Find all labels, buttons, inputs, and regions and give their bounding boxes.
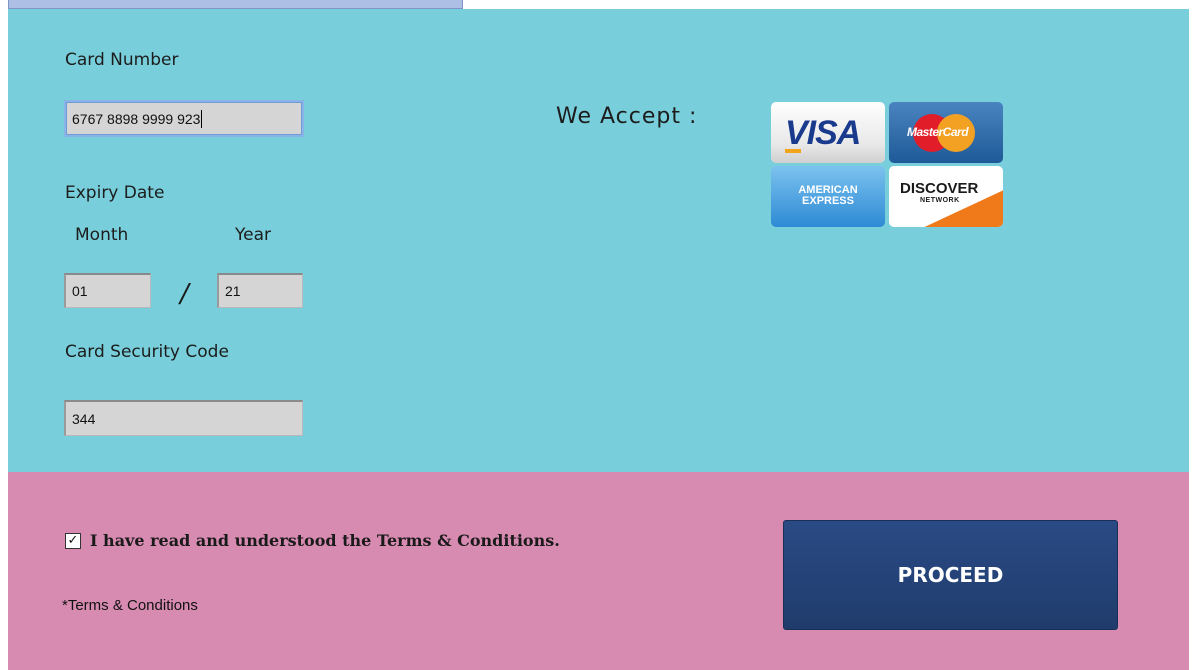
- mastercard-logo-text: MasterCard: [907, 125, 969, 139]
- american-express-logo: AMERICAN EXPRESS: [771, 166, 885, 227]
- visa-accent-stripe: [785, 149, 801, 153]
- card-number-label: Card Number: [65, 50, 179, 70]
- visa-logo-text: VISA: [785, 114, 861, 152]
- amex-logo-text-line1: AMERICAN: [798, 184, 858, 196]
- month-label: Month: [75, 225, 129, 245]
- discover-logo: DISCOVER NETWORK: [889, 166, 1003, 227]
- security-code-input[interactable]: 344: [64, 400, 303, 436]
- we-accept-heading: We Accept :: [556, 104, 698, 129]
- amex-logo-text-line2: EXPRESS: [802, 195, 854, 207]
- expiry-year-value: 21: [225, 283, 241, 299]
- expiry-year-input[interactable]: 21: [217, 273, 303, 308]
- discover-logo-subtext: NETWORK: [920, 197, 960, 204]
- card-number-value: 6767 8898 9999 923: [72, 110, 201, 127]
- terms-agreement: ✓ I have read and understood the Terms &…: [65, 531, 560, 550]
- year-label: Year: [235, 225, 271, 245]
- expiry-date-label: Expiry Date: [65, 183, 165, 203]
- security-code-label: Card Security Code: [65, 342, 229, 362]
- terms-conditions-link[interactable]: *Terms & Conditions: [62, 597, 198, 614]
- expiry-month-value: 01: [72, 283, 88, 299]
- text-caret: [201, 109, 203, 128]
- security-code-value: 344: [72, 410, 96, 427]
- expiry-month-input[interactable]: 01: [64, 273, 151, 308]
- proceed-button[interactable]: PROCEED: [783, 520, 1118, 630]
- card-number-input[interactable]: 6767 8898 9999 923: [64, 100, 304, 137]
- terms-checkbox[interactable]: ✓: [65, 532, 81, 549]
- visa-logo: VISA: [771, 102, 885, 163]
- terms-checkbox-label: I have read and understood the Terms & C…: [90, 531, 560, 550]
- top-tab-strip: [8, 0, 463, 9]
- mastercard-logo: MasterCard: [889, 102, 1003, 163]
- expiry-separator: /: [180, 279, 189, 309]
- discover-logo-text: DISCOVER: [900, 180, 979, 197]
